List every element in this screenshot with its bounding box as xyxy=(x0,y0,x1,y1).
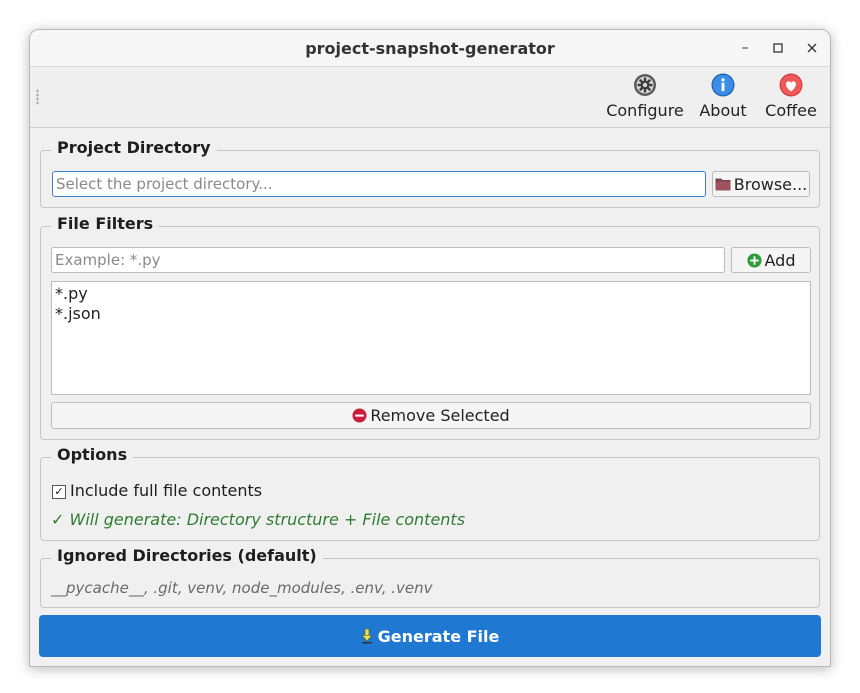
heart-icon xyxy=(779,73,803,97)
minimize-button[interactable]: – xyxy=(734,38,756,58)
include-contents-checkbox[interactable]: ✓ xyxy=(52,485,66,499)
filter-list[interactable]: *.py *.json xyxy=(51,281,811,395)
add-label: Add xyxy=(764,250,796,270)
toolbar-grip[interactable] xyxy=(36,89,39,105)
title-bar: project-snapshot-generator – xyxy=(30,30,830,67)
gear-icon xyxy=(634,74,656,96)
app-window: project-snapshot-generator – Configure A… xyxy=(29,29,831,667)
info-icon xyxy=(711,73,735,97)
folder-icon xyxy=(715,178,731,191)
configure-button[interactable]: Configure xyxy=(604,73,686,125)
close-icon xyxy=(807,43,817,53)
window-title: project-snapshot-generator xyxy=(305,39,555,58)
options-group: Options ✓ Include full file contents ✓ W… xyxy=(40,445,820,541)
filter-list-item[interactable]: *.py xyxy=(55,284,807,304)
coffee-button[interactable]: Coffee xyxy=(761,73,821,125)
filter-input[interactable] xyxy=(51,247,725,273)
ignored-directories-title: Ignored Directories (default) xyxy=(51,546,323,565)
browse-label: Browse... xyxy=(733,174,808,194)
about-label: About xyxy=(699,101,747,120)
remove-selected-label: Remove Selected xyxy=(370,406,510,425)
ignored-directories-group: Ignored Directories (default) __pycache_… xyxy=(40,546,820,608)
add-icon xyxy=(746,252,762,268)
file-filters-group: File Filters Add *.py *.json Remove Sele… xyxy=(40,214,820,440)
configure-label: Configure xyxy=(606,101,684,120)
filter-list-item[interactable]: *.json xyxy=(55,304,807,324)
generate-file-label: Generate File xyxy=(377,626,500,646)
toolbar: Configure About Coffee xyxy=(30,67,830,128)
generate-file-button[interactable]: Generate File xyxy=(39,615,821,657)
options-title: Options xyxy=(51,445,134,464)
project-directory-title: Project Directory xyxy=(51,138,217,157)
remove-selected-button[interactable]: Remove Selected xyxy=(51,402,811,429)
browse-button[interactable]: Browse... xyxy=(712,171,810,197)
project-directory-group: Project Directory Browse... xyxy=(40,138,820,208)
include-contents-label[interactable]: Include full file contents xyxy=(70,481,262,500)
generate-status-text: ✓ Will generate: Directory structure + F… xyxy=(51,510,466,529)
close-button[interactable] xyxy=(801,38,823,58)
remove-icon xyxy=(352,408,367,423)
maximize-button[interactable] xyxy=(767,38,789,58)
coffee-label: Coffee xyxy=(765,101,817,120)
about-button[interactable]: About xyxy=(698,73,748,125)
ignored-directories-text: __pycache__, .git, venv, node_modules, .… xyxy=(51,579,433,597)
download-arrow-icon xyxy=(360,628,373,644)
project-directory-input[interactable] xyxy=(52,171,706,197)
add-filter-button[interactable]: Add xyxy=(731,247,811,273)
maximize-icon xyxy=(773,43,783,53)
file-filters-title: File Filters xyxy=(51,214,160,233)
